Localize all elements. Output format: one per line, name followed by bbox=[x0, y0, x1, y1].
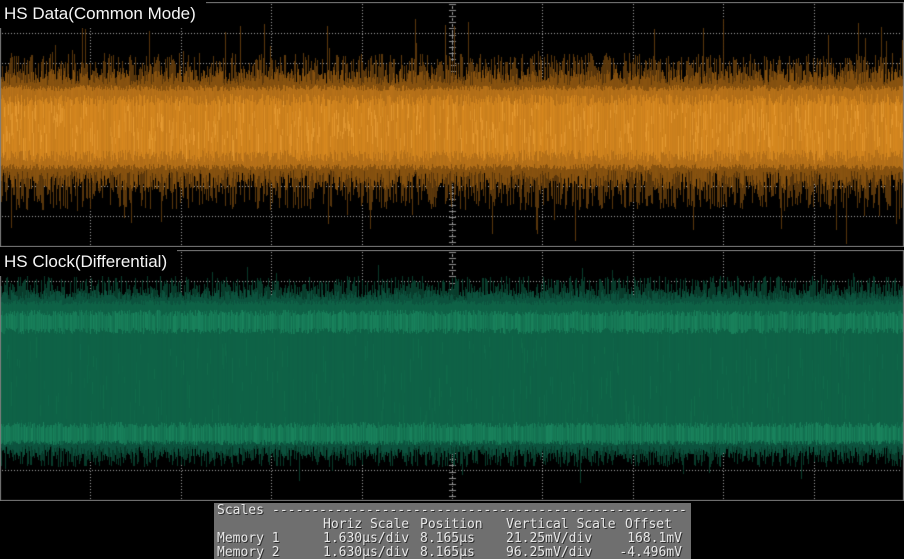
memory1-name: Memory 1 bbox=[217, 532, 280, 546]
memory1-horiz-scale: 1.630µs/div bbox=[323, 532, 409, 546]
scales-dashes: ----------------------------------------… bbox=[272, 504, 687, 518]
column-header-vertical-scale: Vertical Scale bbox=[506, 518, 616, 532]
trace-label-hs-data: HS Data(Common Mode) bbox=[0, 0, 206, 28]
memory2-offset: -4.496mV bbox=[616, 546, 682, 559]
trace-label-hs-clock: HS Clock(Differential) bbox=[0, 248, 177, 276]
scales-panel: Scales ---------------------------------… bbox=[214, 503, 691, 559]
hs-data-waveform-canvas[interactable] bbox=[0, 2, 904, 247]
waveform-panel-hs-clock bbox=[0, 250, 904, 501]
memory2-vertical-scale: 96.25mV/div bbox=[506, 546, 592, 559]
column-header-horiz-scale: Horiz Scale bbox=[323, 518, 409, 532]
memory1-offset: 168.1mV bbox=[616, 532, 682, 546]
waveform-panel-hs-data bbox=[0, 2, 904, 247]
memory2-horiz-scale: 1.630µs/div bbox=[323, 546, 409, 559]
memory2-name: Memory 2 bbox=[217, 546, 280, 559]
scales-title: Scales bbox=[217, 504, 264, 518]
memory1-vertical-scale: 21.25mV/div bbox=[506, 532, 592, 546]
hs-clock-waveform-canvas[interactable] bbox=[0, 250, 904, 501]
memory2-position: 8.165µs bbox=[420, 546, 475, 559]
memory1-position: 8.165µs bbox=[420, 532, 475, 546]
oscilloscope-screen: HS Data(Common Mode) HS Clock(Differenti… bbox=[0, 0, 904, 559]
column-header-offset: Offset bbox=[625, 518, 672, 532]
column-header-position: Position bbox=[420, 518, 483, 532]
